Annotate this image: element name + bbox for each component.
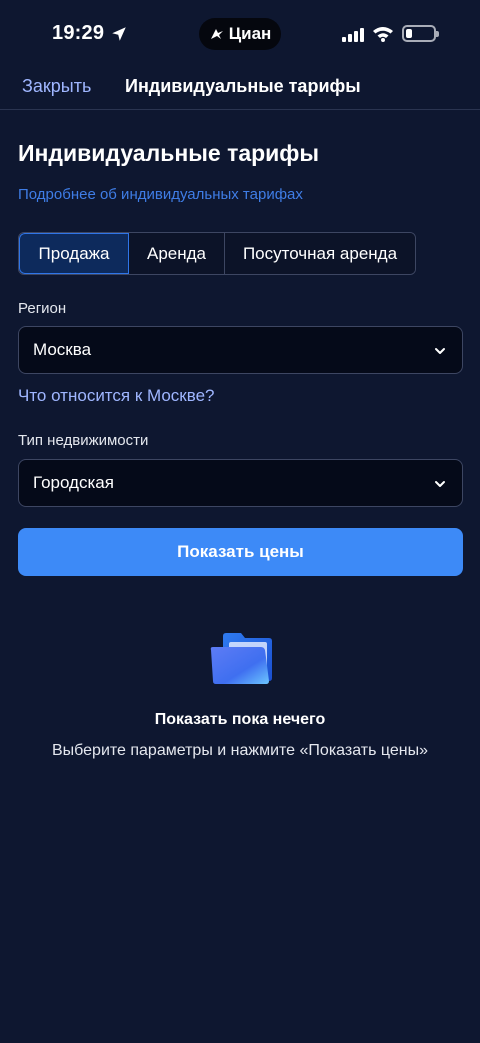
deal-type-tabs: Продажа Аренда Посуточная аренда bbox=[18, 232, 416, 275]
cian-logo-icon bbox=[210, 29, 223, 39]
moscow-scope-link[interactable]: Что относится к Москве? bbox=[18, 386, 215, 406]
tariffs-info-link[interactable]: Подробнее об индивидуальных тарифах bbox=[18, 186, 303, 203]
nav-title: Индивидуальные тарифы bbox=[125, 76, 361, 96]
battery-icon bbox=[402, 25, 439, 42]
status-time-text: 19:29 bbox=[52, 22, 105, 44]
tab-daily-rent[interactable]: Посуточная аренда bbox=[225, 233, 415, 274]
tab-sale[interactable]: Продажа bbox=[19, 233, 129, 274]
nav-bar: Закрыть Индивидуальные тарифы bbox=[0, 70, 480, 110]
folder-icon bbox=[210, 633, 272, 684]
property-type-value: Городская bbox=[33, 473, 114, 492]
chevron-down-icon bbox=[435, 348, 445, 354]
region-value: Москва bbox=[33, 340, 92, 359]
page-title: Индивидуальные тарифы bbox=[18, 140, 320, 166]
chevron-down-icon bbox=[435, 481, 445, 487]
empty-state-description: Выберите параметры и нажмите «Показать ц… bbox=[51, 742, 428, 759]
empty-state-title: Показать пока нечего bbox=[154, 711, 326, 728]
region-select[interactable]: Москва bbox=[18, 326, 463, 374]
region-label: Регион bbox=[18, 300, 67, 317]
app-badge[interactable]: Циан bbox=[199, 18, 281, 50]
status-icons bbox=[342, 25, 439, 42]
status-bar: 19:29 Циан bbox=[0, 0, 480, 70]
location-arrow-icon bbox=[112, 26, 126, 41]
app-badge-label: Циан bbox=[228, 24, 272, 43]
battery-fill bbox=[406, 29, 412, 38]
cellular-signal-icon bbox=[342, 26, 364, 42]
property-type-select[interactable]: Городская bbox=[18, 459, 463, 507]
tab-rent[interactable]: Аренда bbox=[129, 233, 225, 274]
close-button[interactable]: Закрыть bbox=[22, 76, 91, 97]
show-prices-button[interactable]: Показать цены bbox=[18, 528, 463, 576]
property-type-label: Тип недвижимости bbox=[18, 432, 149, 449]
status-time: 19:29 bbox=[52, 22, 128, 45]
wifi-icon bbox=[373, 26, 393, 42]
